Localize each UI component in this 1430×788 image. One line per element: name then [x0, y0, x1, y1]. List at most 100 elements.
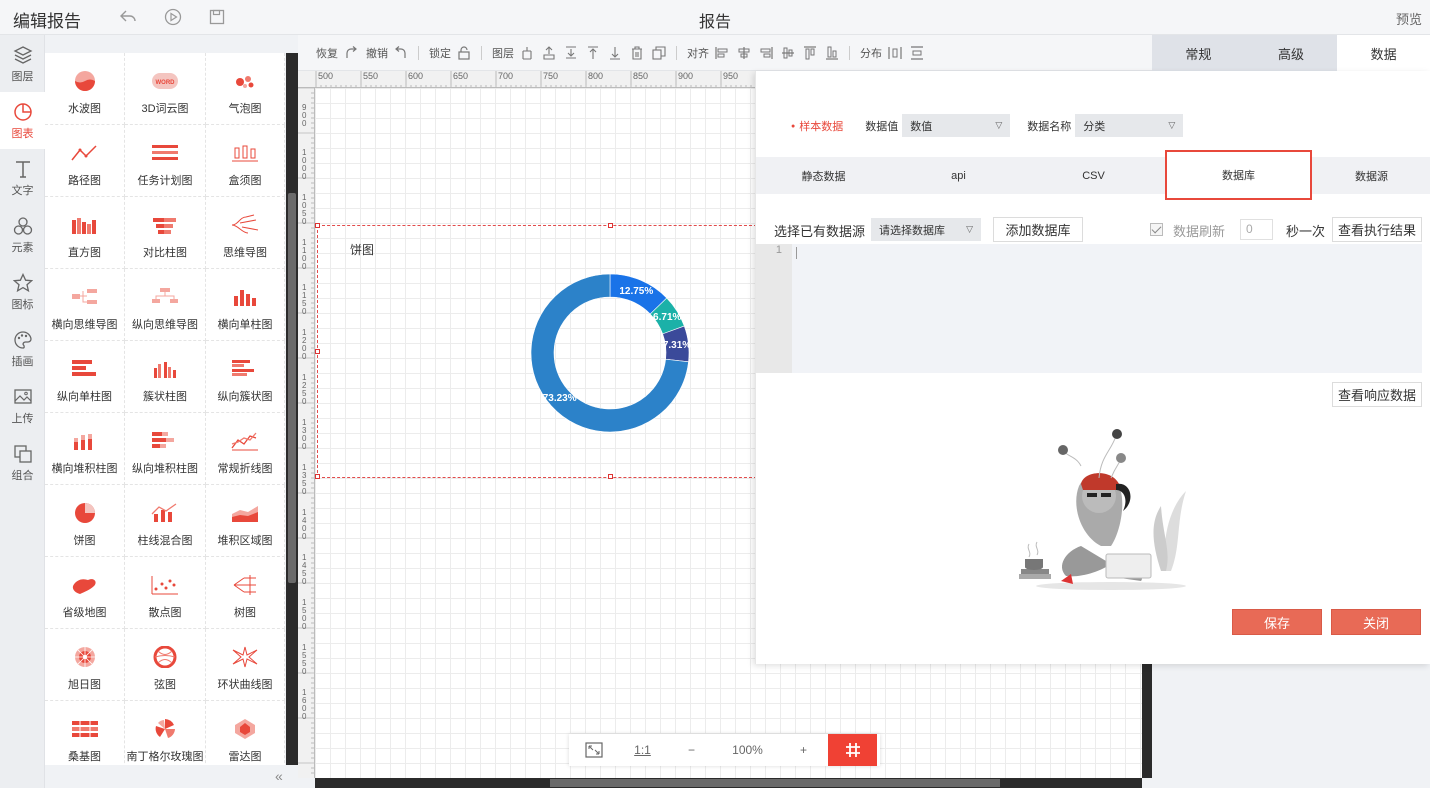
- undo-icon[interactable]: [392, 44, 410, 62]
- chart-type-item[interactable]: 簇状柱图: [125, 341, 206, 413]
- palette-scrollbar[interactable]: [286, 53, 298, 765]
- redo-label[interactable]: 恢复: [316, 45, 338, 61]
- align-center-h-icon[interactable]: [735, 44, 753, 62]
- collapse-icon[interactable]: «: [275, 768, 283, 784]
- delete-icon[interactable]: [628, 44, 646, 62]
- align-top-icon[interactable]: [779, 44, 797, 62]
- chart-type-item[interactable]: WORD 3D词云图: [125, 53, 206, 125]
- chart-type-item[interactable]: 纵向簇状图: [206, 341, 285, 413]
- scrollbar-thumb[interactable]: [288, 193, 296, 583]
- nav-item-upload[interactable]: 上传: [0, 377, 45, 434]
- send-backward-icon[interactable]: [562, 44, 580, 62]
- sql-editor[interactable]: 1: [756, 244, 1422, 373]
- back-icon[interactable]: [118, 7, 138, 27]
- name-field-select[interactable]: 分类 ▽: [1075, 114, 1184, 137]
- chart-type-item[interactable]: 环状曲线图: [206, 629, 285, 701]
- chart-type-item[interactable]: 思维导图: [206, 197, 285, 269]
- refresh-interval-input[interactable]: 0: [1240, 219, 1273, 240]
- layer-order-icon[interactable]: [518, 44, 536, 62]
- grid-toggle-button[interactable]: [828, 734, 877, 766]
- align-left-icon[interactable]: [713, 44, 731, 62]
- chart-type-item[interactable]: 柱线混合图: [125, 485, 206, 557]
- database-select[interactable]: 请选择数据库 ▽: [871, 218, 981, 241]
- nav-item-illustrations[interactable]: 插画: [0, 320, 45, 377]
- tab-general[interactable]: 常规: [1152, 35, 1245, 71]
- chart-type-item[interactable]: 弦图: [125, 629, 206, 701]
- view-response-button[interactable]: 查看响应数据: [1332, 382, 1422, 407]
- chart-type-item[interactable]: 常规折线图: [206, 413, 285, 485]
- nav-item-group[interactable]: 组合: [0, 434, 45, 491]
- undo-label[interactable]: 撤销: [366, 45, 388, 61]
- chart-type-item[interactable]: 树图: [206, 557, 285, 629]
- lock-icon[interactable]: [455, 44, 473, 62]
- resize-handle[interactable]: [608, 474, 613, 479]
- distribute-v-icon[interactable]: [908, 44, 926, 62]
- align-label[interactable]: 对齐: [687, 45, 709, 61]
- chart-type-item[interactable]: 饼图: [45, 485, 125, 557]
- tab-api[interactable]: api: [891, 157, 1026, 194]
- preview-link[interactable]: 预览: [1396, 9, 1422, 28]
- nav-item-layers[interactable]: 图层: [0, 35, 45, 92]
- value-field-select[interactable]: 数值 ▽: [902, 114, 1011, 137]
- align-bottom-icon[interactable]: [823, 44, 841, 62]
- tab-datasource[interactable]: 数据源: [1312, 157, 1430, 194]
- chart-type-item[interactable]: 直方图: [45, 197, 125, 269]
- chart-type-item[interactable]: 任务计划图: [125, 125, 206, 197]
- chart-type-item[interactable]: 旭日图: [45, 629, 125, 701]
- fit-screen-button[interactable]: [569, 734, 618, 766]
- chart-type-item[interactable]: 横向单柱图: [206, 269, 285, 341]
- chart-type-item[interactable]: 桑基图: [45, 701, 125, 765]
- save-button[interactable]: 保存: [1232, 609, 1322, 635]
- align-middle-icon[interactable]: [801, 44, 819, 62]
- chart-type-item[interactable]: 堆积区域图: [206, 485, 285, 557]
- scrollbar-thumb[interactable]: [550, 779, 1000, 787]
- play-icon[interactable]: [163, 7, 183, 27]
- add-database-button[interactable]: 添加数据库: [993, 217, 1083, 242]
- chart-type-item[interactable]: 散点图: [125, 557, 206, 629]
- tab-csv[interactable]: CSV: [1026, 157, 1161, 194]
- canvas-h-scrollbar[interactable]: [315, 778, 1142, 788]
- chart-type-item[interactable]: 纵向思维导图: [125, 269, 206, 341]
- resize-handle[interactable]: [608, 223, 613, 228]
- chart-type-item[interactable]: 纵向堆积柱图: [125, 413, 206, 485]
- close-button[interactable]: 关闭: [1331, 609, 1421, 635]
- tab-database[interactable]: 数据库: [1165, 150, 1312, 200]
- tab-data[interactable]: 数据: [1337, 35, 1430, 71]
- zoom-out-button[interactable]: −: [667, 734, 716, 766]
- distribute-label[interactable]: 分布: [860, 45, 882, 61]
- redo-icon[interactable]: [342, 44, 360, 62]
- chart-type-item[interactable]: 雷达图: [206, 701, 285, 765]
- nav-item-text[interactable]: 文字: [0, 149, 45, 206]
- lock-label[interactable]: 锁定: [429, 45, 451, 61]
- resize-handle[interactable]: [315, 223, 320, 228]
- copy-icon[interactable]: [650, 44, 668, 62]
- distribute-h-icon[interactable]: [886, 44, 904, 62]
- zoom-in-button[interactable]: +: [779, 734, 828, 766]
- chart-type-item[interactable]: 气泡图: [206, 53, 285, 125]
- resize-handle[interactable]: [315, 349, 320, 354]
- chart-type-item[interactable]: 省级地图: [45, 557, 125, 629]
- nav-item-elements[interactable]: 元素: [0, 206, 45, 263]
- tab-static-data[interactable]: 静态数据: [756, 157, 891, 194]
- bring-to-top-icon[interactable]: [584, 44, 602, 62]
- chart-type-item[interactable]: 南丁格尔玫瑰图: [125, 701, 206, 765]
- tab-advanced[interactable]: 高级: [1244, 35, 1338, 71]
- nav-item-icons[interactable]: 图标: [0, 263, 45, 320]
- chart-type-item[interactable]: 路径图: [45, 125, 125, 197]
- align-right-icon[interactable]: [757, 44, 775, 62]
- chart-type-item[interactable]: 纵向单柱图: [45, 341, 125, 413]
- refresh-checkbox[interactable]: [1150, 223, 1163, 236]
- resize-handle[interactable]: [315, 474, 320, 479]
- view-result-button[interactable]: 查看执行结果: [1332, 217, 1422, 242]
- layer-label[interactable]: 图层: [492, 45, 514, 61]
- chart-type-item[interactable]: 对比柱图: [125, 197, 206, 269]
- nav-item-charts[interactable]: 图表: [0, 92, 45, 149]
- chart-type-item[interactable]: 盒须图: [206, 125, 285, 197]
- actual-size-button[interactable]: 1:1: [618, 734, 667, 766]
- chart-type-item[interactable]: 水波图: [45, 53, 125, 125]
- chart-type-item[interactable]: 横向思维导图: [45, 269, 125, 341]
- save-icon[interactable]: [207, 7, 227, 27]
- chart-type-item[interactable]: 横向堆积柱图: [45, 413, 125, 485]
- send-to-bottom-icon[interactable]: [606, 44, 624, 62]
- bring-forward-icon[interactable]: [540, 44, 558, 62]
